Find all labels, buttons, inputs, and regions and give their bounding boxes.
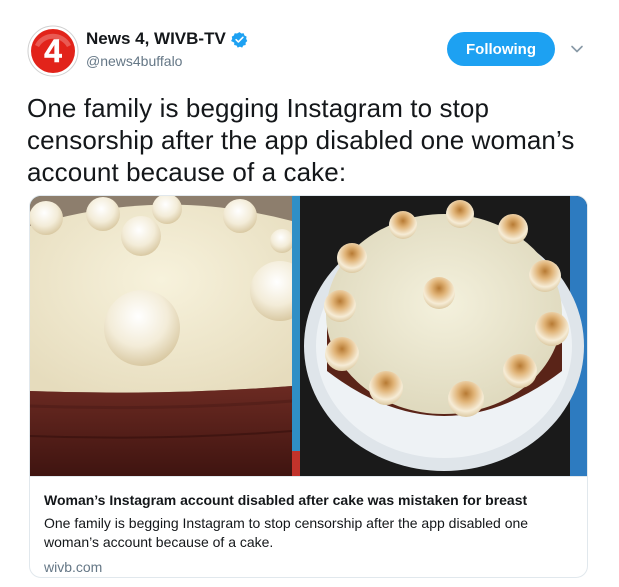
svg-text:4: 4 — [44, 33, 62, 69]
display-name[interactable]: News 4, WIVB-TV — [86, 29, 226, 49]
chevron-down-icon[interactable] — [569, 42, 585, 56]
author-info[interactable]: News 4, WIVB-TV @news4buffalo — [86, 28, 248, 69]
tweet-text: One family is begging Instagram to stop … — [27, 93, 575, 187]
card-image[interactable] — [30, 196, 587, 476]
right-photo — [300, 196, 587, 476]
card-domain: wivb.com — [44, 559, 103, 575]
cake-photo — [30, 196, 587, 476]
link-card[interactable]: Woman’s Instagram account disabled after… — [29, 195, 588, 578]
avatar[interactable]: 4 — [27, 25, 79, 77]
verified-badge-icon — [230, 31, 248, 48]
handle[interactable]: @news4buffalo — [86, 53, 248, 69]
following-button[interactable]: Following — [447, 32, 555, 66]
card-description: One family is begging Instagram to stop … — [44, 515, 529, 550]
card-body[interactable]: Woman’s Instagram account disabled after… — [30, 476, 587, 577]
card-title[interactable]: Woman’s Instagram account disabled after… — [44, 491, 575, 509]
news4-logo-icon: 4 — [27, 25, 79, 77]
left-photo — [30, 196, 310, 476]
tweet: 4 News 4, WIVB-TV @news4buffalo Followin… — [0, 0, 619, 587]
